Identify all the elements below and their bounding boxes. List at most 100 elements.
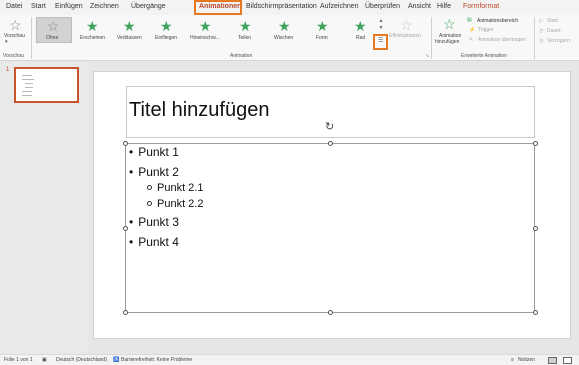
slide-count-status: Folie 1 von 1 [4, 357, 33, 363]
bullet-dot-icon: • [129, 235, 134, 249]
bullet-text: Punkt 1 [138, 145, 179, 159]
timing-delay-label[interactable]: Verzögern: [547, 38, 571, 44]
group-label-animation: Animation [230, 53, 253, 59]
effect-einfliegen-label[interactable]: Einfliegen [155, 35, 177, 41]
effect-wischen-label[interactable]: Wischen [274, 35, 293, 41]
scroll-up-icon[interactable]: ▲ [376, 18, 386, 25]
notes-button[interactable]: Notizen [518, 357, 535, 363]
ribbon-separator [31, 17, 32, 59]
duration-icon: ◷ [539, 28, 544, 34]
effect-ohne-label: Ohne [46, 35, 59, 41]
thumb-line [22, 91, 32, 92]
add-animation-star-icon[interactable]: ☆ [443, 17, 456, 31]
effect-verblassen-star-icon[interactable]: ★ [123, 19, 136, 33]
slide-thumbnail[interactable] [14, 67, 79, 103]
group-label-vorschau: Vorschau [3, 53, 24, 59]
status-bar: Folie 1 von 1 ▣ Deutsch (Deutschland) ♿ … [0, 354, 579, 365]
tab-start[interactable]: Start [31, 3, 46, 10]
accessibility-status[interactable]: Barrierefreiheit: Keine Probleme [121, 357, 192, 363]
tab-aufzeichnen[interactable]: Aufzeichnen [320, 3, 359, 10]
accessibility-icon[interactable]: ♿ [113, 357, 119, 363]
thumb-line [25, 87, 33, 88]
tab-datei[interactable]: Datei [6, 3, 22, 10]
trigger-icon[interactable]: ⚡ [469, 27, 475, 33]
bullet-item[interactable]: • Punkt 2 [129, 165, 179, 179]
effect-wischen-star-icon[interactable]: ★ [278, 19, 291, 33]
spellcheck-icon[interactable]: ▣ [42, 357, 47, 363]
trigger-button[interactable]: Trigger [478, 27, 494, 33]
animation-dialog-launcher-icon[interactable]: ↘ [425, 53, 429, 59]
timing-duration-label[interactable]: Dauer: [547, 28, 562, 34]
effect-einfliegen-star-icon[interactable]: ★ [160, 19, 173, 33]
bullet-item[interactable]: • Punkt 3 [129, 215, 179, 229]
resize-handle[interactable] [123, 226, 128, 231]
bullet-dot-icon: • [129, 165, 134, 179]
resize-handle[interactable] [123, 141, 128, 146]
tab-bildschirmpraesentation[interactable]: Bildschirmpräsentation [246, 3, 317, 10]
start-icon: ▷ [539, 18, 543, 24]
add-animation-label-line2[interactable]: hinzufügen [435, 39, 459, 45]
delay-icon: ◷ [539, 38, 544, 44]
resize-handle[interactable] [328, 310, 333, 315]
tab-zeichnen[interactable]: Zeichnen [90, 3, 119, 10]
tab-formformat[interactable]: Formformat [463, 3, 499, 10]
slide-sorter-icon[interactable] [563, 357, 572, 364]
slide-title[interactable]: Titel hinzufügen [129, 99, 269, 122]
resize-handle[interactable] [328, 141, 333, 146]
effect-erscheinen-star-icon[interactable]: ★ [86, 19, 99, 33]
animation-pane-icon[interactable]: ▤ [467, 17, 472, 23]
effect-verblassen-label[interactable]: Verblassen [117, 35, 142, 41]
notes-icon[interactable]: ≡ [511, 357, 514, 363]
tab-ansicht[interactable]: Ansicht [408, 3, 431, 10]
animation-painter-button[interactable]: Animation übertragen [478, 37, 526, 43]
bullet-text: Punkt 4 [138, 235, 179, 249]
bullet-text: Punkt 3 [138, 215, 179, 229]
preview-star-icon[interactable]: ☆ [9, 18, 22, 32]
bullet-dot-icon: • [129, 145, 134, 159]
effect-form-star-icon[interactable]: ★ [316, 19, 329, 33]
tab-ueberpruefen[interactable]: Überprüfen [365, 3, 400, 10]
timing-start-label[interactable]: Start: [547, 18, 559, 24]
sub-bullet-item[interactable]: Punkt 2.2 [147, 198, 203, 210]
tab-hilfe[interactable]: Hilfe [437, 3, 451, 10]
thumb-line [22, 75, 32, 76]
thumb-line [22, 95, 32, 96]
sub-bullet-item[interactable]: Punkt 2.1 [147, 182, 203, 194]
effect-hineinschweben-star-icon[interactable]: ★ [199, 19, 212, 33]
resize-handle[interactable] [123, 310, 128, 315]
bullet-dot-icon: • [129, 215, 134, 229]
scroll-down-icon[interactable]: ▼ [376, 25, 386, 32]
group-label-advanced-animation: Erweiterte Animation [461, 53, 507, 59]
slide-number: 1 [6, 67, 10, 73]
resize-handle[interactable] [533, 226, 538, 231]
thumb-line [22, 79, 34, 80]
effect-teilen-label[interactable]: Teilen [238, 35, 251, 41]
effect-options-star-icon[interactable]: ☆ [400, 18, 413, 32]
resize-handle[interactable] [533, 141, 538, 146]
bullet-item[interactable]: • Punkt 1 [129, 145, 179, 159]
tab-uebergaenge[interactable]: Übergänge [131, 3, 166, 10]
bullet-text: Punkt 2.2 [157, 198, 204, 210]
bullet-ring-icon [147, 200, 152, 206]
rotate-handle-icon[interactable]: ↻ [325, 122, 336, 133]
animation-pane-button[interactable]: Animationsbereich [477, 18, 518, 24]
language-status[interactable]: Deutsch (Deutschland) [56, 357, 107, 363]
effect-erscheinen-label[interactable]: Erscheinen [80, 35, 105, 41]
more-effects-highlight [373, 34, 388, 50]
effect-form-label[interactable]: Form [316, 35, 328, 41]
bullet-item[interactable]: • Punkt 4 [129, 235, 179, 249]
menu-bar: Datei Start Einfügen Zeichnen Übergänge … [0, 0, 579, 15]
tab-einfuegen[interactable]: Einfügen [55, 3, 83, 10]
effect-options-button[interactable]: Effektoptionen [389, 33, 421, 39]
animation-painter-icon[interactable]: ✎ [469, 37, 473, 43]
preview-dropdown-icon[interactable]: ▾ [5, 39, 8, 45]
resize-handle[interactable] [533, 310, 538, 315]
effect-teilen-star-icon[interactable]: ★ [239, 19, 252, 33]
slides-pane [0, 62, 88, 354]
normal-view-icon[interactable] [548, 357, 557, 364]
bullet-text: Punkt 2 [138, 165, 179, 179]
effect-rad-label[interactable]: Rad [356, 35, 365, 41]
effect-hineinschweben-label[interactable]: Hineinschw... [190, 35, 219, 41]
content-placeholder[interactable] [125, 143, 535, 313]
effect-rad-star-icon[interactable]: ★ [354, 19, 367, 33]
